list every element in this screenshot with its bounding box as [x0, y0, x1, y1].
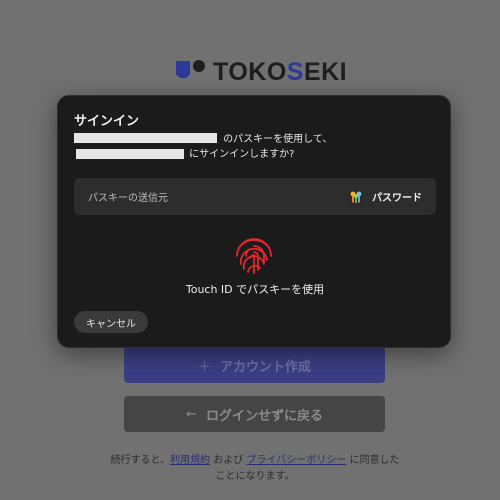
logo-text: TOKOSEKI — [213, 57, 348, 86]
privacy-policy-link[interactable]: プライバシーポリシー — [246, 455, 346, 466]
touch-id-label: Touch ID でパスキーを使用 — [185, 283, 325, 296]
redacted-account — [74, 133, 217, 143]
passkey-source-label: パスキーの送信元 — [88, 193, 168, 204]
redacted-site — [76, 149, 184, 159]
logo-mark-icon — [176, 60, 205, 79]
keychain-icon — [348, 188, 364, 205]
fingerprint-icon[interactable] — [233, 234, 275, 276]
passkey-source-value: パスワード — [372, 193, 422, 204]
passkey-signin-dialog: サインイン のパスキーを使用して、 にサインインしますか? パスキーの送信元 パ… — [57, 95, 451, 348]
plus-icon: ＋ — [197, 359, 211, 375]
cancel-button[interactable]: キャンセル — [74, 311, 148, 333]
create-account-label: アカウント作成 — [220, 359, 312, 375]
arrow-left-icon: ← — [186, 406, 197, 422]
dialog-title: サインイン — [74, 114, 140, 129]
terms-link[interactable]: 利用規約 — [170, 455, 210, 466]
dialog-message: のパスキーを使用して、 にサインインしますか? — [74, 132, 434, 162]
terms-notice: 続行すると、利用規約 および プライバシーポリシー に同意したことになります。 — [110, 455, 400, 482]
passkey-source-row[interactable]: パスキーの送信元 パスワード — [74, 178, 436, 215]
continue-without-login-label: ログインせずに戻る — [205, 408, 323, 424]
brand-logo: TOKOSEKI — [174, 58, 347, 86]
create-account-button[interactable]: ＋ アカウント作成 — [124, 347, 385, 383]
continue-without-login-button[interactable]: ← ログインせずに戻る — [124, 396, 385, 432]
